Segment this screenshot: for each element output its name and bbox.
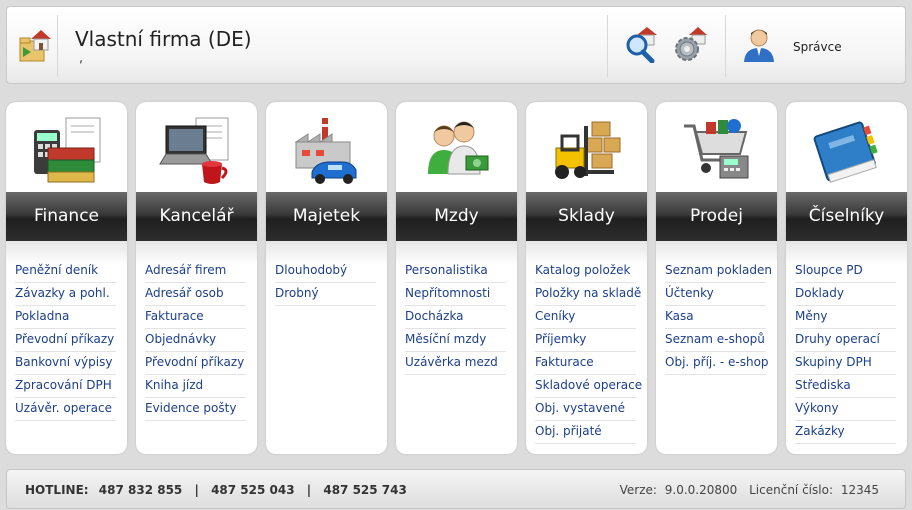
settings-gear-icon[interactable]: [673, 25, 709, 63]
hotline-phone: 487 525 743: [323, 483, 407, 497]
module-title[interactable]: Majetek: [266, 192, 387, 241]
module-link-list: Sloupce PD Doklady Měny Druhy operací Sk…: [795, 260, 896, 444]
module-link[interactable]: Závazky a pohl.: [15, 283, 116, 306]
module-link[interactable]: Zakázky: [795, 421, 896, 444]
module-title[interactable]: Kancelář: [136, 192, 257, 241]
module-codebooks: Číselníky Sloupce PD Doklady Měny Druhy …: [786, 102, 907, 454]
module-link[interactable]: Střediska: [795, 375, 896, 398]
module-link[interactable]: Druhy operací: [795, 329, 896, 352]
module-link[interactable]: Skupiny DPH: [795, 352, 896, 375]
module-title[interactable]: Prodej: [656, 192, 777, 241]
module-warehouse: Sklady Katalog položek Položky na skladě…: [526, 102, 647, 454]
hotline-phone: 487 525 043: [211, 483, 295, 497]
payroll-icon[interactable]: [416, 112, 496, 188]
module-link[interactable]: Adresář firem: [145, 260, 246, 283]
module-link[interactable]: Převodní příkazy: [15, 329, 116, 352]
header-divider: [607, 15, 608, 77]
company-subline: ,: [79, 51, 84, 66]
hotline-phone: 487 832 855: [98, 483, 183, 497]
module-payroll: Mzdy Personalistika Nepřítomnosti Docház…: [396, 102, 517, 454]
version-info: Verze: 9.0.0.20800 Licenční číslo: 12345: [616, 483, 879, 497]
module-link[interactable]: Uzávěrka mezd: [405, 352, 506, 375]
module-link-list: Peněžní deník Závazky a pohl. Pokladna P…: [15, 260, 116, 421]
license-number: 12345: [840, 483, 879, 497]
module-finance: Finance Peněžní deník Závazky a pohl. Po…: [6, 102, 127, 454]
module-link[interactable]: Docházka: [405, 306, 506, 329]
module-link[interactable]: Drobný: [275, 283, 376, 306]
office-icon[interactable]: [156, 112, 236, 188]
module-link[interactable]: Doklady: [795, 283, 896, 306]
module-link[interactable]: Bankovní výpisy: [15, 352, 116, 375]
module-link[interactable]: Sloupce PD: [795, 260, 896, 283]
header-divider: [57, 15, 58, 77]
module-link[interactable]: Položky na skladě: [535, 283, 641, 306]
codebook-icon[interactable]: [806, 112, 886, 188]
company-name: Vlastní firma (DE): [75, 27, 252, 51]
version-label: Verze:: [619, 483, 657, 497]
user-name[interactable]: Správce: [793, 40, 842, 54]
module-link[interactable]: Kniha jízd: [145, 375, 246, 398]
module-link[interactable]: Katalog položek: [535, 260, 636, 283]
module-link[interactable]: Fakturace: [535, 352, 636, 375]
module-link[interactable]: Seznam pokladen: [665, 260, 772, 283]
sales-icon[interactable]: [676, 112, 756, 188]
module-link[interactable]: Nepřítomnosti: [405, 283, 506, 306]
hotline-separator: |: [194, 483, 199, 497]
hotline: HOTLINE: 487 832 855 | 487 525 043 | 487…: [25, 483, 407, 497]
module-link[interactable]: Výkony: [795, 398, 896, 421]
module-link[interactable]: Pokladna: [15, 306, 116, 329]
module-link[interactable]: Seznam e-shopů: [665, 329, 766, 352]
module-title[interactable]: Finance: [6, 192, 127, 241]
module-link[interactable]: Uzávěr. operace: [15, 398, 116, 421]
module-title[interactable]: Číselníky: [786, 192, 907, 241]
module-link-list: Seznam pokladen Účtenky Kasa Seznam e-sh…: [665, 260, 772, 375]
header-divider: [725, 15, 726, 77]
module-link[interactable]: Zpracování DPH: [15, 375, 116, 398]
module-link[interactable]: Obj. příj. - e-shop: [665, 352, 769, 375]
license-label: Licenční číslo:: [749, 483, 833, 497]
module-link[interactable]: Příjemky: [535, 329, 636, 352]
hotline-label: HOTLINE:: [25, 483, 89, 497]
module-link[interactable]: Kasa: [665, 306, 766, 329]
warehouse-icon[interactable]: [546, 112, 626, 188]
module-link-list: Personalistika Nepřítomnosti Docházka Mě…: [405, 260, 506, 375]
module-link[interactable]: Obj. vystavené: [535, 398, 636, 421]
module-link[interactable]: Ceníky: [535, 306, 636, 329]
module-link[interactable]: Fakturace: [145, 306, 246, 329]
module-sales: Prodej Seznam pokladen Účtenky Kasa Sezn…: [656, 102, 777, 454]
version-number: 9.0.0.20800: [664, 483, 738, 497]
module-link[interactable]: Objednávky: [145, 329, 246, 352]
module-link[interactable]: Evidence pošty: [145, 398, 246, 421]
module-link[interactable]: Účtenky: [665, 283, 766, 306]
module-link[interactable]: Obj. přijaté: [535, 421, 636, 444]
module-property: Majetek Dlouhodobý Drobný: [266, 102, 387, 454]
module-link[interactable]: Skladové operace: [535, 375, 642, 398]
property-icon[interactable]: [286, 112, 366, 188]
module-office: Kancelář Adresář firem Adresář osob Fakt…: [136, 102, 257, 454]
module-link[interactable]: Převodní příkazy: [145, 352, 246, 375]
module-link[interactable]: Adresář osob: [145, 283, 246, 306]
app-footer: HOTLINE: 487 832 855 | 487 525 043 | 487…: [6, 469, 906, 509]
search-icon[interactable]: [623, 25, 659, 63]
app-header: Vlastní firma (DE) , Správce: [6, 6, 906, 84]
module-title[interactable]: Sklady: [526, 192, 647, 241]
module-link-list: Adresář firem Adresář osob Fakturace Obj…: [145, 260, 246, 421]
home-folder-icon[interactable]: [17, 25, 53, 65]
module-link[interactable]: Dlouhodobý: [275, 260, 376, 283]
user-avatar-icon[interactable]: [741, 25, 777, 63]
module-title[interactable]: Mzdy: [396, 192, 517, 241]
module-grid: Finance Peněžní deník Závazky a pohl. Po…: [6, 102, 907, 454]
finance-icon[interactable]: [26, 112, 106, 188]
module-link[interactable]: Měsíční mzdy: [405, 329, 506, 352]
module-link-list: Dlouhodobý Drobný: [275, 260, 376, 306]
module-link[interactable]: Personalistika: [405, 260, 506, 283]
module-link[interactable]: Peněžní deník: [15, 260, 116, 283]
module-link-list: Katalog položek Položky na skladě Ceníky…: [535, 260, 642, 444]
hotline-separator: |: [306, 483, 312, 497]
module-link[interactable]: Měny: [795, 306, 896, 329]
